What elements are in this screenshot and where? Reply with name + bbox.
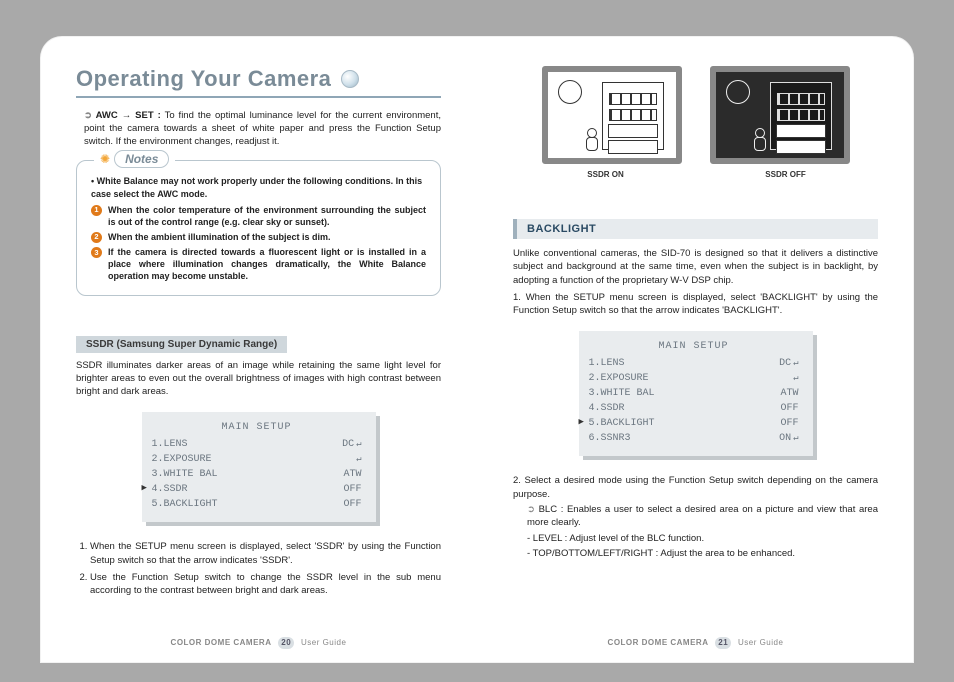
osd-row: 5.BACKLIGHTOFF [152,497,362,512]
notes-box: ✺ Notes • White Balance may not work pro… [76,160,441,295]
osd-row: 2.EXPOSURE [589,371,799,386]
person-icon [752,128,766,150]
footer-right: COLOR DOME CAMERA 21 User Guide [477,637,914,649]
osd-row: 6.SSNR3ON [589,431,799,446]
caption-ssdr-off: SSDR OFF [710,170,862,179]
osd-row: ▶5.BACKLIGHTOFF [589,416,799,431]
osd-row: 3.WHITE BALATW [589,386,799,401]
notes-item: 2When the ambient illumination of the su… [91,231,426,243]
ssdr-desc: SSDR illuminates darker areas of an imag… [76,359,441,399]
page-header: Operating Your Camera [76,66,441,98]
page-left: Operating Your Camera AWC → SET : To fin… [40,36,477,663]
footer-left: COLOR DOME CAMERA 20 User Guide [40,637,477,649]
page-number: 21 [715,637,731,649]
osd-menu-backlight: MAIN SETUP 1.LENSDC2.EXPOSURE3.WHITE BAL… [579,331,813,456]
sun-icon [726,80,750,104]
blc-sub1: - LEVEL : Adjust level of the BLC functi… [527,532,878,545]
backlight-step2: 2. Select a desired mode using the Funct… [513,474,878,501]
osd-menu-ssdr: MAIN SETUP 1.LENSDC2.EXPOSURE3.WHITE BAL… [142,412,376,522]
page-number: 20 [278,637,294,649]
ssdr-step: When the SETUP menu screen is displayed,… [90,540,441,567]
osd-row: 3.WHITE BALATW [152,467,362,482]
notes-badge: ✺ Notes [94,150,175,168]
osd-row: 4.SSDROFF [589,401,799,416]
building-icon [770,82,832,150]
page-right: SSDR ON SSDR OFF BACKLIGHT Unlike conven… [477,36,914,663]
awc-set-note: AWC → SET : To find the optimal luminanc… [84,110,441,148]
illustration-ssdr-off [710,66,850,164]
osd-row: ▶4.SSDROFF [152,482,362,497]
building-icon [602,82,664,150]
notes-item: 1When the color temperature of the envir… [91,204,426,228]
blc-sub2: - TOP/BOTTOM/LEFT/RIGHT : Adjust the are… [527,547,878,560]
manual-spread: Operating Your Camera AWC → SET : To fin… [40,36,914,663]
awc-label: AWC → SET : [84,110,161,121]
notes-badge-text: Notes [114,150,169,168]
osd-title: MAIN SETUP [152,422,362,433]
osd-row: 2.EXPOSURE [152,452,362,467]
ssdr-heading: SSDR (Samsung Super Dynamic Range) [76,336,287,353]
osd-title: MAIN SETUP [589,341,799,352]
illustration-ssdr-on [542,66,682,164]
header-ornament-icon [341,70,359,88]
ssdr-step: Use the Function Setup switch to change … [90,571,441,598]
lightbulb-icon: ✺ [100,152,110,166]
notes-item: 3If the camera is directed towards a flu… [91,246,426,282]
blc-desc: BLC : Enables a user to select a desired… [527,503,878,530]
person-icon [584,128,598,150]
osd-row: 1.LENSDC [152,437,362,452]
sun-icon [558,80,582,104]
ssdr-illustrations [513,66,878,164]
caption-ssdr-on: SSDR ON [530,170,682,179]
osd-row: 1.LENSDC [589,356,799,371]
ssdr-steps: When the SETUP menu screen is displayed,… [76,540,441,597]
backlight-heading: BACKLIGHT [513,219,878,239]
backlight-step1: 1. When the SETUP menu screen is display… [513,291,878,318]
notes-intro: • White Balance may not work properly un… [91,175,426,199]
backlight-desc: Unlike conventional cameras, the SID-70 … [513,247,878,287]
page-title: Operating Your Camera [76,66,331,92]
